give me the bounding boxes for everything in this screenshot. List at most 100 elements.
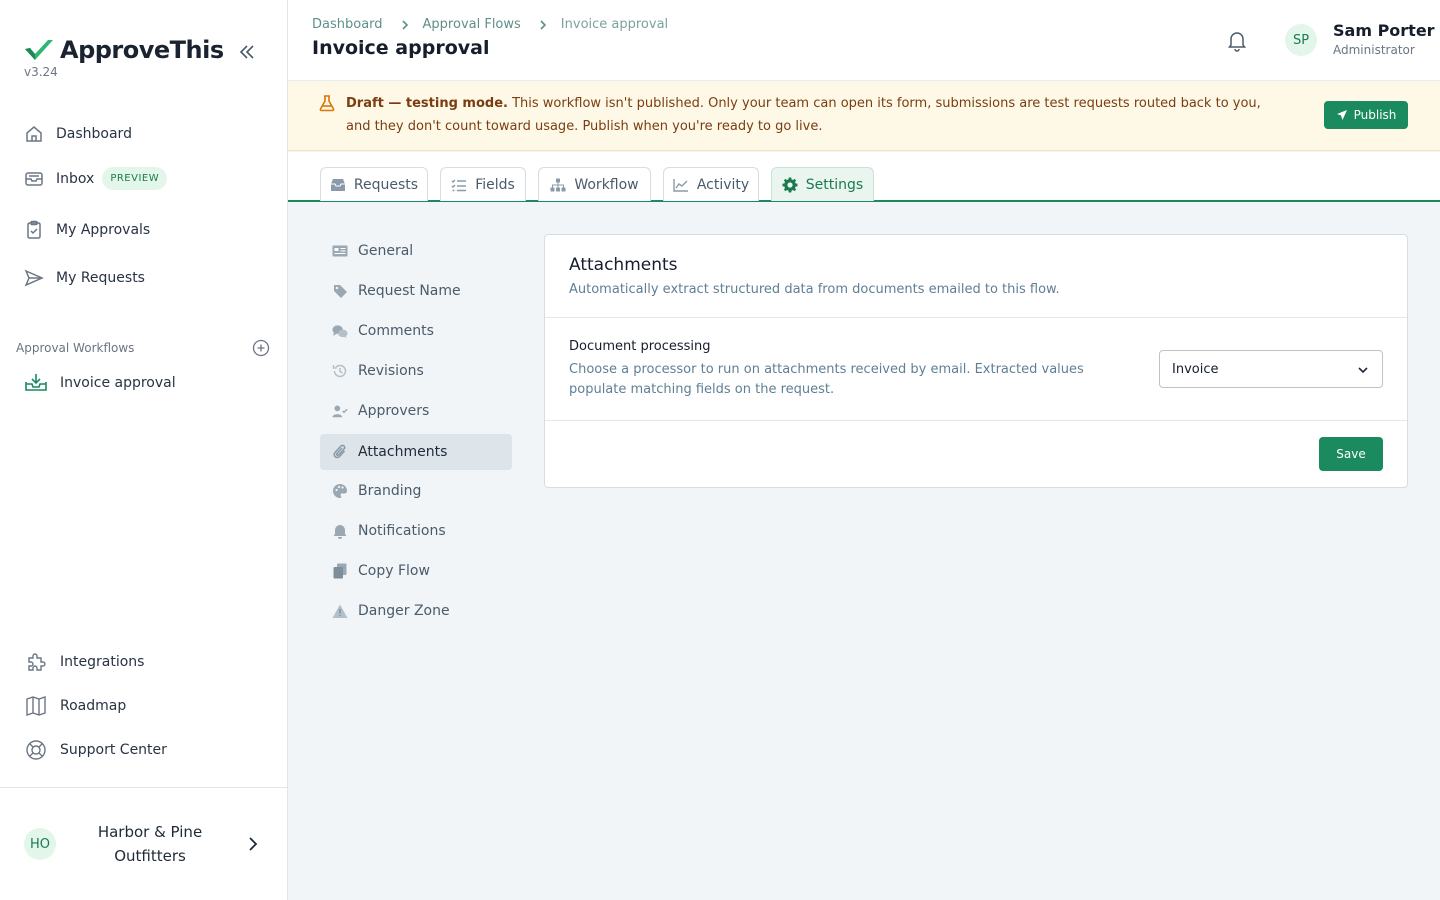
sidebar-item-invoice-approval[interactable]: Invoice approval <box>24 372 176 394</box>
home-icon <box>24 124 44 144</box>
settings-notifications[interactable]: Notifications <box>320 513 512 549</box>
sitemap-icon <box>550 178 566 192</box>
settings-menu-label: Approvers <box>358 403 430 419</box>
user-avatar[interactable]: SP <box>1285 24 1317 56</box>
tabs-bar: Requests Fields Workflow Activity Settin… <box>288 152 1440 202</box>
settings-menu-label: General <box>358 243 414 259</box>
bottom-nav-label: Roadmap <box>60 698 127 714</box>
sidebar-item-integrations[interactable]: Integrations <box>24 650 144 674</box>
user-check-icon <box>332 403 348 419</box>
warning-icon <box>332 603 348 619</box>
organization-switcher[interactable]: HO Harbor & Pine Outfitters <box>0 788 287 900</box>
rocket-icon <box>1336 109 1348 121</box>
user-name: Sam Porter <box>1333 21 1435 40</box>
tab-activity[interactable]: Activity <box>663 167 759 201</box>
chevrons-left-icon <box>239 45 254 59</box>
tab-label: Requests <box>353 176 419 193</box>
breadcrumb-approval-flows[interactable]: Approval Flows <box>423 17 521 32</box>
chevron-down-icon <box>1358 367 1368 374</box>
tab-fields[interactable]: Fields <box>440 167 526 201</box>
publish-label: Publish <box>1353 108 1397 122</box>
collapse-sidebar-button[interactable] <box>234 40 260 64</box>
add-flow-button[interactable] <box>252 339 270 357</box>
sidebar-item-inbox[interactable]: Inbox PREVIEW <box>24 167 168 190</box>
chevron-right-icon <box>539 19 547 31</box>
card-subtitle: Automatically extract structured data fr… <box>569 282 1060 297</box>
settings-menu-label: Attachments <box>358 444 448 460</box>
palette-icon <box>332 483 348 499</box>
puzzle-icon <box>24 650 48 674</box>
bell-icon <box>1228 32 1246 52</box>
bottom-nav-label: Integrations <box>60 654 145 670</box>
breadcrumb-dashboard[interactable]: Dashboard <box>312 17 383 32</box>
id-card-icon <box>332 243 348 259</box>
tab-label: Fields <box>475 176 515 193</box>
tag-icon <box>332 283 348 299</box>
select-value: Invoice <box>1172 361 1219 377</box>
org-name: Harbor & Pine Outfitters <box>97 823 203 865</box>
card-title: Attachments <box>569 255 678 275</box>
tab-label: Workflow <box>574 176 639 193</box>
settings-approvers[interactable]: Approvers <box>320 393 512 429</box>
gear-icon <box>782 177 798 193</box>
inbox-icon <box>24 169 44 189</box>
publish-button[interactable]: Publish <box>1324 101 1408 129</box>
attachments-card: Attachments Automatically extract struct… <box>544 234 1408 488</box>
copy-icon <box>332 563 348 579</box>
settings-danger-zone[interactable]: Danger Zone <box>320 593 512 629</box>
bell-icon <box>332 523 348 539</box>
checkmark-logo-icon <box>25 40 53 60</box>
inbox-download-icon <box>24 372 48 394</box>
tab-label: Activity <box>696 176 750 193</box>
breadcrumb: Dashboard Approval Flows Invoice approva… <box>312 17 668 32</box>
sidebar-item-label: Inbox <box>56 170 95 187</box>
save-button[interactable]: Save <box>1319 437 1383 471</box>
settings-menu-label: Copy Flow <box>358 563 430 579</box>
settings-branding[interactable]: Branding <box>320 473 512 509</box>
settings-menu-label: Comments <box>358 323 434 339</box>
sidebar-item-label: Dashboard <box>56 126 132 142</box>
document-processor-select[interactable]: Invoice <box>1159 350 1383 388</box>
paperclip-icon <box>332 444 348 460</box>
settings-comments[interactable]: Comments <box>320 313 512 349</box>
history-icon <box>332 363 348 379</box>
settings-attachments[interactable]: Attachments <box>320 434 512 470</box>
page-title: Invoice approval <box>312 37 490 59</box>
tab-settings[interactable]: Settings <box>771 167 874 201</box>
logo[interactable]: ApproveThis <box>24 36 224 64</box>
settings-revisions[interactable]: Revisions <box>320 353 512 389</box>
settings-menu-label: Notifications <box>358 523 446 539</box>
comments-icon <box>332 323 348 339</box>
settings-menu-label: Request Name <box>358 283 461 299</box>
banner-strong: Draft — testing mode. <box>346 96 508 111</box>
notifications-button[interactable] <box>1225 28 1249 52</box>
tab-workflow[interactable]: Workflow <box>538 167 651 201</box>
settings-menu-label: Revisions <box>358 363 424 379</box>
user-role: Administrator <box>1333 43 1415 57</box>
chart-line-icon <box>673 178 689 192</box>
document-processing-help: Choose a processor to run on attachments… <box>569 362 1084 397</box>
preview-badge: PREVIEW <box>102 167 168 190</box>
settings-menu-label: Danger Zone <box>358 603 450 619</box>
settings-request-name[interactable]: Request Name <box>320 273 512 309</box>
sidebar-item-my-approvals[interactable]: My Approvals <box>24 220 150 240</box>
bottom-nav-label: Support Center <box>60 742 167 758</box>
divider <box>545 317 1407 318</box>
flask-icon <box>319 95 335 112</box>
settings-general[interactable]: General <box>320 233 512 269</box>
org-avatar: HO <box>24 828 56 860</box>
sidebar-item-support-center[interactable]: Support Center <box>24 738 167 762</box>
settings-copy-flow[interactable]: Copy Flow <box>320 553 512 589</box>
list-check-icon <box>451 178 467 192</box>
sidebar: ApproveThis v3.24 Dashboard Inbox PREVIE… <box>0 0 288 900</box>
tab-label: Settings <box>805 176 864 193</box>
approval-workflows-label: Approval Workflows <box>16 341 135 355</box>
breadcrumb-current: Invoice approval <box>560 17 669 32</box>
sidebar-item-my-requests[interactable]: My Requests <box>24 268 145 288</box>
sidebar-item-dashboard[interactable]: Dashboard <box>24 124 132 144</box>
app-version: v3.24 <box>24 65 58 79</box>
sidebar-item-roadmap[interactable]: Roadmap <box>24 694 126 718</box>
clipboard-check-icon <box>24 220 44 240</box>
tab-requests[interactable]: Requests <box>320 167 428 201</box>
plus-circle-icon <box>252 339 270 357</box>
